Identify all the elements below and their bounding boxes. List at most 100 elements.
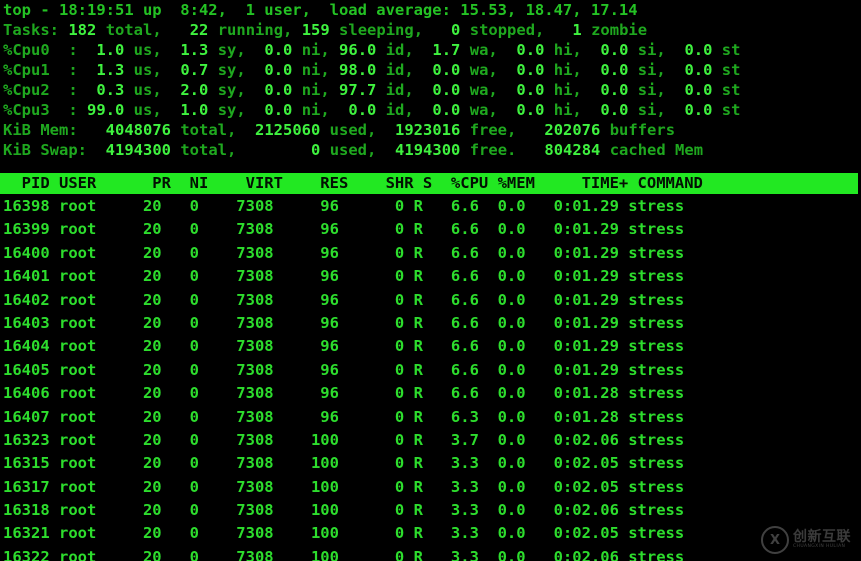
swap-cached-label: cached Mem [609, 141, 704, 159]
cpu3-hi-label: hi, [553, 101, 582, 119]
cpu1-sy-value: 0.7 [180, 61, 209, 79]
uptime-line: top - 18:19:51 up 8:42, 1 user, load ave… [0, 0, 861, 20]
cpu2-si-label: si, [637, 81, 666, 99]
table-row[interactable]: 16403 root 20 0 7308 96 0 R 6.6 0.0 0:01… [0, 312, 861, 335]
cpu1-wa-label: wa, [469, 61, 498, 79]
table-row[interactable]: 16317 root 20 0 7308 100 0 R 3.3 0.0 0:0… [0, 476, 861, 499]
cpu-line-1: %Cpu1 : 1.3 us, 0.7 sy, 0.0 ni, 98.0 id,… [0, 60, 861, 80]
cpu2-st-label: st [721, 81, 741, 99]
cpu2-wa-label: wa, [469, 81, 498, 99]
cpu2-us-value: 0.3 [96, 81, 125, 99]
cpu0-st-value: 0.0 [684, 41, 713, 59]
table-row[interactable]: 16322 root 20 0 7308 100 0 R 3.3 0.0 0:0… [0, 546, 861, 561]
mem-buffers-value: 202076 [544, 121, 601, 139]
cpu2-label: %Cpu2 : [3, 81, 78, 99]
table-row[interactable]: 16405 root 20 0 7308 96 0 R 6.6 0.0 0:01… [0, 359, 861, 382]
table-row[interactable]: 16315 root 20 0 7308 100 0 R 3.3 0.0 0:0… [0, 452, 861, 475]
swap-total-label: total, [180, 141, 237, 159]
cpu0-label: %Cpu0 : [3, 41, 78, 59]
cpu2-ni-value: 0.0 [264, 81, 293, 99]
cpu3-si-label: si, [637, 101, 666, 119]
cpu2-hi-value: 0.0 [516, 81, 545, 99]
uptime-line-text: top - 18:19:51 up 8:42, 1 user, load ave… [3, 1, 638, 19]
cpu0-id-value: 96.0 [339, 41, 377, 59]
tasks-stopped-value: 0 [451, 21, 461, 39]
cpu3-hi-value: 0.0 [516, 101, 545, 119]
table-row[interactable]: 16404 root 20 0 7308 96 0 R 6.6 0.0 0:01… [0, 335, 861, 358]
cpu1-id-label: id, [385, 61, 414, 79]
cpu1-us-label: us, [133, 61, 162, 79]
table-row[interactable]: 16318 root 20 0 7308 100 0 R 3.3 0.0 0:0… [0, 499, 861, 522]
table-row[interactable]: 16398 root 20 0 7308 96 0 R 6.6 0.0 0:01… [0, 195, 861, 218]
table-row[interactable]: 16323 root 20 0 7308 100 0 R 3.7 0.0 0:0… [0, 429, 861, 452]
cpu0-hi-value: 0.0 [516, 41, 545, 59]
swap-total-value: 4194300 [105, 141, 171, 159]
cpu0-st-label: st [721, 41, 741, 59]
table-row[interactable]: 16321 root 20 0 7308 100 0 R 3.3 0.0 0:0… [0, 522, 861, 545]
swap-label: KiB Swap: [3, 141, 87, 159]
process-table-body[interactable]: 16398 root 20 0 7308 96 0 R 6.6 0.0 0:01… [0, 195, 861, 561]
top-summary-panel: top - 18:19:51 up 8:42, 1 user, load ave… [0, 0, 861, 160]
swap-used-label: used, [329, 141, 377, 159]
cpu1-si-value: 0.0 [600, 61, 629, 79]
cpu-line-2: %Cpu2 : 0.3 us, 2.0 sy, 0.0 ni, 97.7 id,… [0, 80, 861, 100]
cpu1-si-label: si, [637, 61, 666, 79]
table-row[interactable]: 16400 root 20 0 7308 96 0 R 6.6 0.0 0:01… [0, 242, 861, 265]
tasks-stopped-label: stopped, [469, 21, 545, 39]
cpu2-sy-value: 2.0 [180, 81, 209, 99]
mem-total-label: total, [180, 121, 237, 139]
cpu1-hi-value: 0.0 [516, 61, 545, 79]
tasks-line: Tasks: 182 total, 22 running, 159 sleepi… [0, 20, 861, 40]
cpu1-hi-label: hi, [553, 61, 582, 79]
mem-buffers-label: buffers [609, 121, 676, 139]
cpu2-ni-label: ni, [301, 81, 330, 99]
tasks-total-value: 182 [68, 21, 97, 39]
cpu-line-0: %Cpu0 : 1.0 us, 1.3 sy, 0.0 ni, 96.0 id,… [0, 40, 861, 60]
cpu1-st-label: st [721, 61, 741, 79]
table-row[interactable]: 16402 root 20 0 7308 96 0 R 6.6 0.0 0:01… [0, 289, 861, 312]
cpu1-sy-label: sy, [217, 61, 246, 79]
process-table-header[interactable]: PID USER PR NI VIRT RES SHR S %CPU %MEM … [0, 173, 858, 194]
cpu2-wa-value: 0.0 [432, 81, 461, 99]
table-row[interactable]: 16401 root 20 0 7308 96 0 R 6.6 0.0 0:01… [0, 265, 861, 288]
cpu2-id-label: id, [385, 81, 414, 99]
cpu2-us-label: us, [133, 81, 162, 99]
cpu0-us-value: 1.0 [96, 41, 125, 59]
cpu0-id-label: id, [385, 41, 414, 59]
table-row[interactable]: 16407 root 20 0 7308 96 0 R 6.3 0.0 0:01… [0, 406, 861, 429]
swap-free-value: 4194300 [395, 141, 461, 159]
cpu0-sy-label: sy, [217, 41, 246, 59]
tasks-sleeping-label: sleeping, [339, 21, 424, 39]
cpu3-st-value: 0.0 [684, 101, 713, 119]
table-row[interactable]: 16399 root 20 0 7308 96 0 R 6.6 0.0 0:01… [0, 218, 861, 241]
cpu3-si-value: 0.0 [600, 101, 629, 119]
cpu3-st-label: st [721, 101, 741, 119]
cpu0-wa-label: wa, [469, 41, 498, 59]
tasks-zombie-value: 1 [572, 21, 582, 39]
table-row[interactable]: 16406 root 20 0 7308 96 0 R 6.6 0.0 0:01… [0, 382, 861, 405]
cpu0-wa-value: 1.7 [432, 41, 461, 59]
memory-line: KiB Mem: 4048076 total, 2125060 used, 19… [0, 120, 861, 140]
tasks-zombie-label: zombie [591, 21, 648, 39]
cpu3-ni-label: ni, [301, 101, 330, 119]
tasks-total-label: total, [105, 21, 162, 39]
cpu3-sy-value: 1.0 [180, 101, 209, 119]
cpu2-si-value: 0.0 [600, 81, 629, 99]
cpu1-ni-value: 0.0 [264, 61, 293, 79]
mem-used-value: 2125060 [255, 121, 321, 139]
cpu2-sy-label: sy, [217, 81, 246, 99]
tasks-label: Tasks: [3, 21, 59, 39]
cpu0-si-label: si, [637, 41, 666, 59]
cpu3-ni-value: 0.0 [264, 101, 293, 119]
swap-free-label: free. [469, 141, 517, 159]
swap-line: KiB Swap: 4194300 total, 0 used, 4194300… [0, 140, 861, 160]
cpu3-id-label: id, [385, 101, 414, 119]
cpu-line-3: %Cpu3 : 99.0 us, 1.0 sy, 0.0 ni, 0.0 id,… [0, 100, 861, 120]
cpu0-ni-label: ni, [301, 41, 330, 59]
cpu0-us-label: us, [133, 41, 162, 59]
cpu0-ni-value: 0.0 [264, 41, 293, 59]
tasks-running-label: running, [217, 21, 293, 39]
terminal-window: top - 18:19:51 up 8:42, 1 user, load ave… [0, 0, 861, 561]
cpu1-id-value: 98.0 [339, 61, 377, 79]
tasks-sleeping-value: 159 [301, 21, 330, 39]
